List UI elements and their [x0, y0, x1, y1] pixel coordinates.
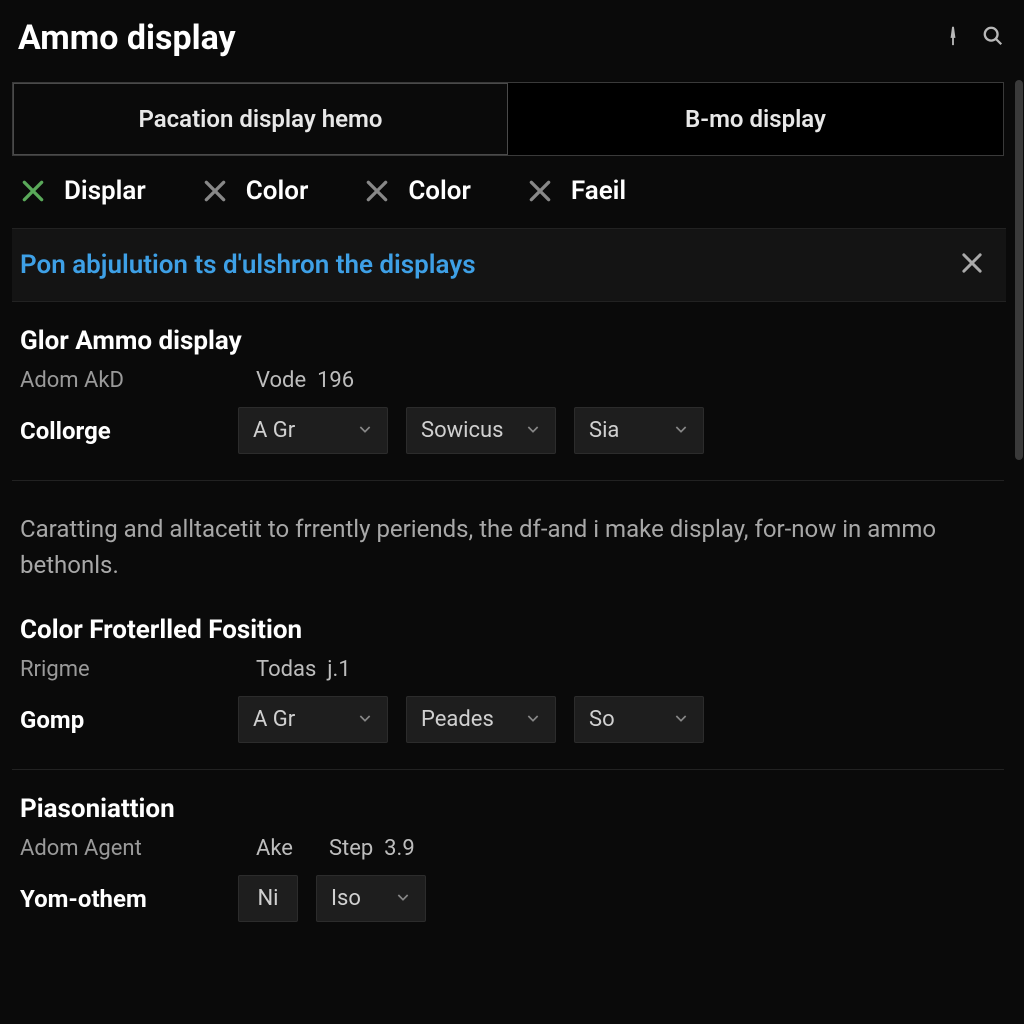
tab-label: Pacation display hemo [139, 105, 383, 133]
chevron-down-icon [673, 707, 689, 732]
section-glor-ammo: Glor Ammo display Adom AkD Vode 196 Coll… [12, 302, 1004, 454]
chevron-down-icon [525, 707, 541, 732]
close-icon [20, 178, 46, 204]
tab-label: B-mo display [685, 105, 826, 133]
notice-close-button[interactable] [958, 249, 986, 281]
dropdown-value: Peades [421, 707, 494, 732]
section-title: Piasoniattion [20, 794, 996, 824]
description-text: Caratting and alltacetit to frrently per… [12, 481, 1004, 591]
meta-step: Step 3.9 [329, 836, 415, 861]
dropdown-value: Iso [331, 886, 361, 911]
input-ni[interactable]: Ni [238, 875, 298, 922]
dropdown-sia[interactable]: Sia [574, 407, 704, 454]
meta-key: Adom Agent [20, 836, 220, 861]
chevron-down-icon [525, 418, 541, 443]
section-title: Glor Ammo display [20, 326, 996, 356]
field-label: Yom-othem [20, 885, 220, 913]
chip-color-1[interactable]: Color [202, 176, 309, 206]
input-value: Ni [257, 886, 278, 911]
dropdown-value: A Gr [253, 707, 295, 732]
pin-icon[interactable] [942, 25, 964, 51]
chevron-down-icon [357, 707, 373, 732]
chevron-down-icon [395, 886, 411, 911]
scrollbar-thumb[interactable] [1015, 80, 1023, 460]
close-icon [202, 178, 228, 204]
meta-row: Adom Agent Ake Step 3.9 [20, 836, 996, 861]
meta-val: Todas j.1 [256, 657, 351, 682]
meta-val: Vode 196 [256, 368, 354, 393]
search-icon[interactable] [982, 25, 1004, 51]
header-icons [942, 25, 1004, 51]
section-title: Color Froterlled Fosition [20, 615, 996, 645]
notice-text: Pon abjulution ts d'ulshron the displays [20, 250, 476, 280]
chevron-down-icon [673, 418, 689, 443]
settings-panel: Ammo display Pacation display hemo B-mo … [0, 0, 1024, 1024]
dropdown-so[interactable]: So [574, 696, 704, 743]
chip-label: Color [246, 176, 309, 206]
scrollbar[interactable] [1014, 80, 1024, 1024]
meta-row: Rrigme Todas j.1 [20, 657, 996, 682]
field-label: Gomp [20, 706, 220, 734]
dropdown-value: Sowicus [421, 418, 504, 443]
chip-faeil[interactable]: Faeil [527, 176, 626, 206]
chip-displar[interactable]: Displar [20, 176, 146, 206]
chip-label: Displar [64, 176, 146, 206]
section-piasoniattion: Piasoniattion Adom Agent Ake Step 3.9 Yo… [12, 770, 1004, 922]
tab-pacation[interactable]: Pacation display hemo [13, 83, 508, 155]
dropdown-value: So [589, 707, 615, 732]
dropdown-peades[interactable]: Peades [406, 696, 556, 743]
dropdown-sowicus[interactable]: Sowicus [406, 407, 556, 454]
chip-label: Faeil [571, 176, 626, 206]
notice-bar: Pon abjulution ts d'ulshron the displays [12, 228, 1006, 302]
section-color-froterlled: Color Froterlled Fosition Rrigme Todas j… [12, 591, 1004, 743]
dropdown-agr-2[interactable]: A Gr [238, 696, 388, 743]
meta-key: Adom AkD [20, 368, 220, 393]
close-icon [958, 249, 986, 277]
dropdown-iso[interactable]: Iso [316, 875, 426, 922]
dropdown-agr-1[interactable]: A Gr [238, 407, 388, 454]
dropdown-value: A Gr [253, 418, 295, 443]
meta-row: Adom AkD Vode 196 [20, 368, 996, 393]
meta-key: Rrigme [20, 657, 220, 682]
tabs: Pacation display hemo B-mo display [12, 82, 1004, 156]
page-title: Ammo display [18, 18, 236, 58]
chip-label: Color [408, 176, 471, 206]
close-icon [527, 178, 553, 204]
close-icon [364, 178, 390, 204]
field-label: Collorge [20, 417, 220, 445]
chevron-down-icon [357, 418, 373, 443]
meta-val: Ake [256, 836, 293, 861]
header: Ammo display [12, 18, 1004, 72]
filter-chips: Displar Color Color Faeil [12, 156, 1004, 228]
dropdown-value: Sia [589, 418, 619, 443]
field-row: Yom-othem Ni Iso [20, 875, 996, 922]
tab-bmo[interactable]: B-mo display [508, 83, 1003, 155]
chip-color-2[interactable]: Color [364, 176, 471, 206]
field-row: Collorge A Gr Sowicus Sia [20, 407, 996, 454]
field-row: Gomp A Gr Peades So [20, 696, 996, 743]
